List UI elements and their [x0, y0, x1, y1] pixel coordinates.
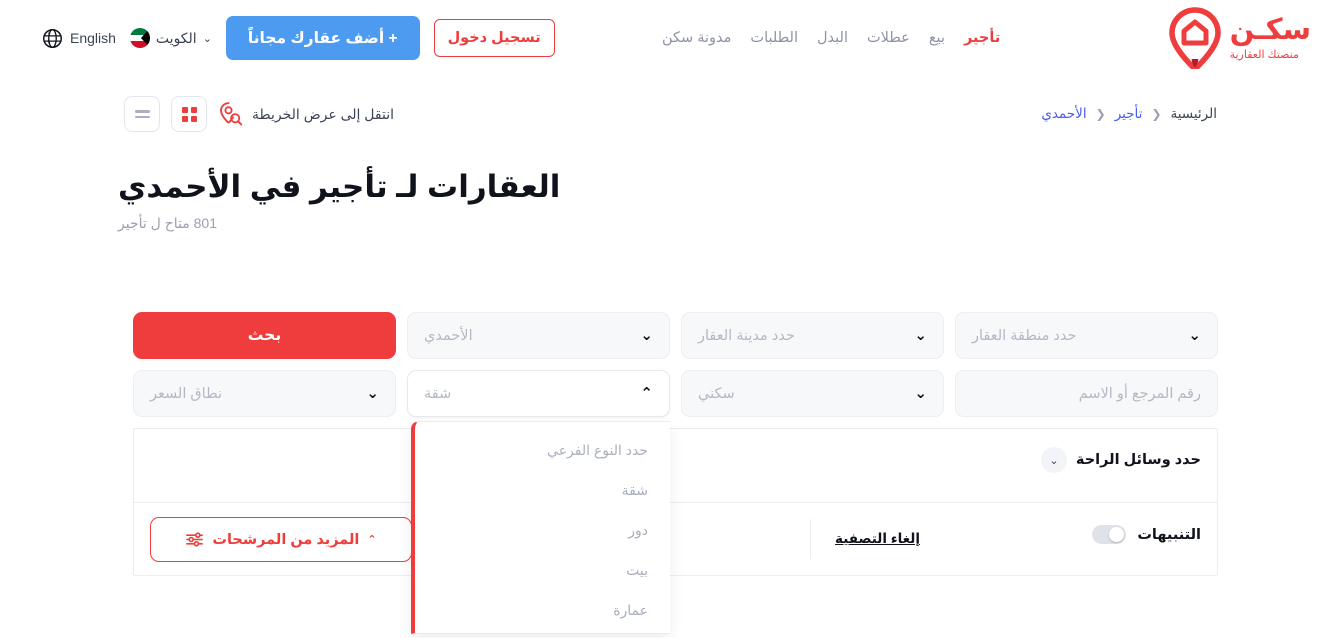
- location-pin-house-icon: [1168, 7, 1221, 69]
- nav-item-holidays[interactable]: عطلات: [867, 30, 910, 46]
- page-subtitle: 801 متاح ل تأجير: [118, 214, 217, 231]
- brand-text: سكـن منصتك العقارية: [1229, 13, 1311, 61]
- brand-name: سكـن: [1229, 13, 1311, 46]
- filter-cell: ⌄ حدد مدينة العقار: [681, 312, 944, 359]
- amenities-select[interactable]: حدد وسائل الراحة ⌄: [1040, 447, 1201, 473]
- dropdown-option[interactable]: بيت: [415, 550, 670, 590]
- property-subtype-select[interactable]: ⌃ شقة: [407, 370, 670, 417]
- city-select-placeholder: حدد مدينة العقار: [698, 327, 795, 344]
- area-select-placeholder: حدد منطقة العقار: [972, 327, 1077, 344]
- filter-cell: ⌄ نطاق السعر: [133, 370, 396, 417]
- breadcrumb-rent[interactable]: تأجير: [1115, 106, 1143, 122]
- sub-toolbar: الرئيسية ❮ تأجير ❮ الأحمدي انتقل إلى عرض…: [0, 88, 1335, 140]
- chevron-down-icon: ⌄: [1040, 447, 1067, 473]
- alerts-toggle-group[interactable]: التنبيهات: [1092, 525, 1201, 544]
- more-filters-button[interactable]: ⌃ المزيد من المرشحات: [150, 517, 412, 562]
- page-title: العقارات لـ تأجير في الأحمدي: [118, 169, 561, 204]
- page-title-block: العقارات لـ تأجير في الأحمدي 801 متاح ل …: [0, 168, 1335, 232]
- property-subtype-value: شقة: [424, 385, 452, 402]
- filter-bar: ⌄ حدد منطقة العقار ⌄ حدد مدينة العقار ⌄ …: [133, 312, 1218, 634]
- breadcrumb-separator-icon: ❮: [1151, 107, 1162, 121]
- add-property-button[interactable]: + أضف عقارك مجاناً: [225, 16, 420, 60]
- breadcrumb-ahmadi[interactable]: الأحمدي: [1041, 106, 1086, 122]
- language-label: English: [70, 30, 116, 46]
- area-select[interactable]: ⌄ حدد منطقة العقار: [955, 312, 1218, 359]
- clear-filters-link[interactable]: إلغاء التصفية: [835, 531, 920, 547]
- chevron-down-icon: ⌄: [640, 327, 653, 344]
- nav-item-sale[interactable]: بيع: [929, 30, 945, 46]
- governorate-select-value: الأحمدي: [424, 327, 473, 344]
- login-button[interactable]: تسجيل دخول: [433, 19, 555, 57]
- breadcrumb-home[interactable]: الرئيسية: [1171, 106, 1218, 122]
- view-tools: انتقل إلى عرض الخريطة: [124, 96, 394, 132]
- switch-to-map-view-link[interactable]: انتقل إلى عرض الخريطة: [218, 101, 394, 127]
- filter-cell: رقم المرجع أو الاسم: [955, 370, 1218, 417]
- dropdown-option[interactable]: شقة: [415, 470, 670, 510]
- chevron-down-icon: ⌄: [366, 385, 379, 402]
- property-category-value: سكني: [698, 385, 735, 402]
- price-range-select[interactable]: ⌄ نطاق السعر: [133, 370, 396, 417]
- reference-input-placeholder: رقم المرجع أو الاسم: [1078, 385, 1201, 402]
- dropdown-option-label: عمارة: [613, 601, 648, 618]
- vertical-divider: [810, 519, 811, 559]
- globe-icon: [43, 28, 62, 48]
- dropdown-option[interactable]: دور: [415, 510, 670, 550]
- filter-cell: ⌄ الأحمدي: [407, 312, 670, 359]
- filter-row-1: ⌄ حدد منطقة العقار ⌄ حدد مدينة العقار ⌄ …: [133, 312, 1218, 359]
- site-header: سكـن منصتك العقارية تأجير بيع عطلات البد…: [0, 0, 1335, 76]
- dropdown-option-label: حدد النوع الفرعي: [547, 441, 648, 458]
- nav-item-requests[interactable]: الطلبات: [750, 30, 798, 46]
- breadcrumb-separator-icon: ❮: [1095, 107, 1106, 121]
- map-view-label: انتقل إلى عرض الخريطة: [252, 105, 394, 122]
- filter-row-2: رقم المرجع أو الاسم ⌄ سكني ⌃ شقة حدد الن…: [133, 370, 1218, 634]
- country-label: الكويت: [155, 29, 197, 46]
- chevron-down-icon: ⌄: [914, 327, 927, 344]
- amenities-label: حدد وسائل الراحة: [1075, 452, 1201, 468]
- list-view-button[interactable]: [124, 96, 160, 132]
- dropdown-option[interactable]: حدد النوع الفرعي: [415, 430, 670, 470]
- nav-item-exchange[interactable]: البدل: [817, 30, 848, 46]
- nav-item-blog[interactable]: مدونة سكن: [662, 30, 731, 46]
- nav-item-rent[interactable]: تأجير: [964, 30, 1000, 46]
- brand-tagline: منصتك العقارية: [1229, 48, 1299, 61]
- chevron-down-icon: ⌄: [1188, 327, 1201, 344]
- dropdown-option-label: شقة: [621, 481, 648, 498]
- chevron-up-icon: ⌃: [367, 534, 377, 546]
- grid-view-icon: [181, 106, 197, 122]
- chevron-up-icon: ⌃: [640, 385, 653, 402]
- dropdown-option-label: دور: [628, 521, 648, 538]
- dropdown-option[interactable]: عمارة: [415, 590, 670, 630]
- alerts-toggle[interactable]: [1092, 525, 1127, 544]
- grid-view-button[interactable]: [171, 96, 207, 132]
- main-nav: تأجير بيع عطلات البدل الطلبات مدونة سكن: [662, 30, 1000, 46]
- filter-cell: ⌄ سكني: [681, 370, 944, 417]
- country-selector[interactable]: ⌄ الكويت: [129, 28, 212, 48]
- advanced-filter-panel: حدد وسائل الراحة ⌄ التنبيهات إلغاء التصف…: [133, 428, 1218, 576]
- panel-bottom-row: التنبيهات إلغاء التصفية ⌃ المزيد من المر…: [134, 503, 1217, 576]
- city-select[interactable]: ⌄ حدد مدينة العقار: [681, 312, 944, 359]
- chevron-down-icon: ⌄: [202, 32, 212, 45]
- price-range-placeholder: نطاق السعر: [150, 385, 223, 402]
- property-subtype-dropdown: حدد النوع الفرعي شقة دور بيت عمارة: [411, 421, 670, 634]
- map-search-pin-icon: [220, 102, 243, 126]
- filter-cell: بحث: [133, 312, 396, 359]
- property-category-select[interactable]: ⌄ سكني: [681, 370, 944, 417]
- chevron-down-icon: ⌄: [914, 385, 927, 402]
- brand-logo[interactable]: سكـن منصتك العقارية: [1168, 7, 1311, 69]
- governorate-select[interactable]: ⌄ الأحمدي: [407, 312, 670, 359]
- filter-cell: ⌄ حدد منطقة العقار: [955, 312, 1218, 359]
- language-selector[interactable]: English: [42, 28, 116, 49]
- sliders-filter-icon: [186, 532, 204, 547]
- reference-or-name-input[interactable]: رقم المرجع أو الاسم: [955, 370, 1218, 417]
- search-button[interactable]: بحث: [133, 312, 396, 359]
- alerts-label: التنبيهات: [1137, 526, 1201, 543]
- list-view-icon: [134, 109, 150, 113]
- kuwait-flag-icon: [129, 28, 150, 48]
- breadcrumb: الرئيسية ❮ تأجير ❮ الأحمدي: [1041, 106, 1217, 122]
- filter-cell: ⌃ شقة حدد النوع الفرعي شقة دور بيت عمارة: [407, 370, 670, 634]
- dropdown-option-label: بيت: [626, 561, 648, 578]
- header-actions: تسجيل دخول + أضف عقارك مجاناً ⌄ الكويت E…: [42, 16, 555, 60]
- more-filters-label: المزيد من المرشحات: [212, 531, 360, 548]
